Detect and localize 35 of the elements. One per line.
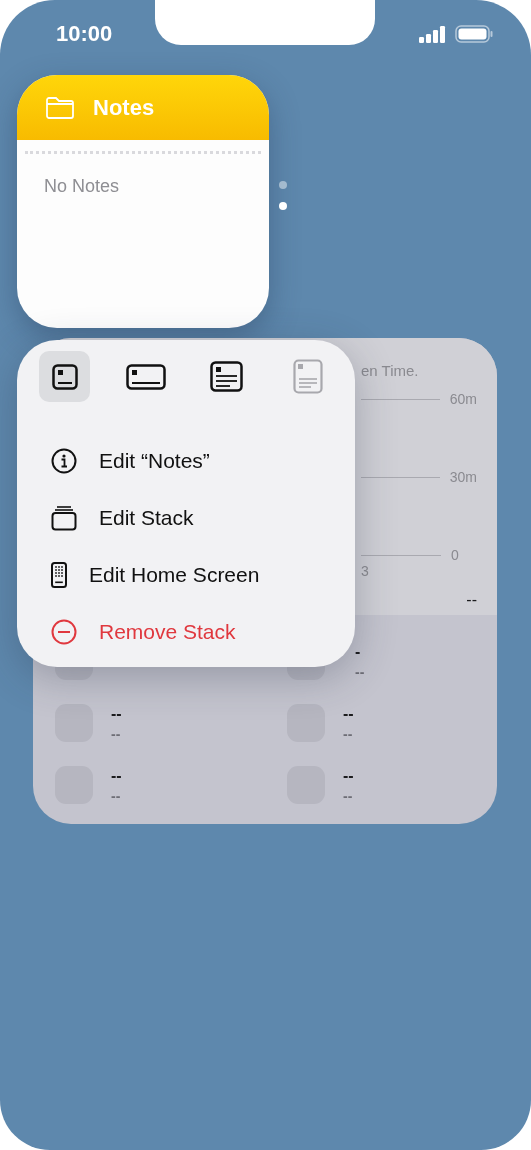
menu-item[interactable]: Edit Home Screen	[39, 546, 260, 603]
app-usage: --	[343, 789, 354, 803]
app-usage: --	[355, 665, 365, 679]
app-name: --	[111, 767, 122, 785]
app-name: --	[111, 705, 122, 723]
medium-widget-icon	[125, 363, 166, 390]
app-name: -	[355, 643, 362, 661]
battery-icon	[455, 25, 493, 43]
phone-grid-icon	[51, 561, 67, 588]
menu-item[interactable]: Edit Stack	[39, 489, 194, 546]
total-time: --	[466, 591, 477, 609]
app-name: --	[343, 767, 354, 785]
widget-size-button[interactable]	[39, 351, 90, 402]
minus-circle-icon	[51, 618, 77, 645]
signal-icon	[419, 25, 446, 43]
stack-icon	[51, 504, 77, 531]
axis-label: 30m	[449, 469, 477, 485]
status-time: 10:00	[56, 21, 113, 47]
axis-label: 60m	[449, 391, 477, 407]
large-widget-icon	[210, 361, 243, 392]
folder-icon	[45, 95, 75, 120]
small-widget-icon	[51, 363, 78, 390]
axis-label: 0	[451, 547, 459, 563]
app-usage: --	[111, 727, 122, 741]
widget-caption: en Time.	[361, 362, 420, 379]
info-icon	[51, 447, 77, 474]
app-usage: --	[343, 727, 354, 741]
extra-large-widget-icon	[292, 359, 323, 394]
menu-item[interactable]: Remove Stack	[39, 603, 236, 660]
app-name: --	[343, 705, 354, 723]
empty-notes-text: No Notes	[44, 176, 121, 197]
axis-label: 3	[361, 563, 369, 579]
notes-widget-title: Notes	[93, 94, 155, 121]
app-usage: --	[111, 789, 122, 803]
menu-item[interactable]: Edit “Notes”	[39, 432, 210, 489]
